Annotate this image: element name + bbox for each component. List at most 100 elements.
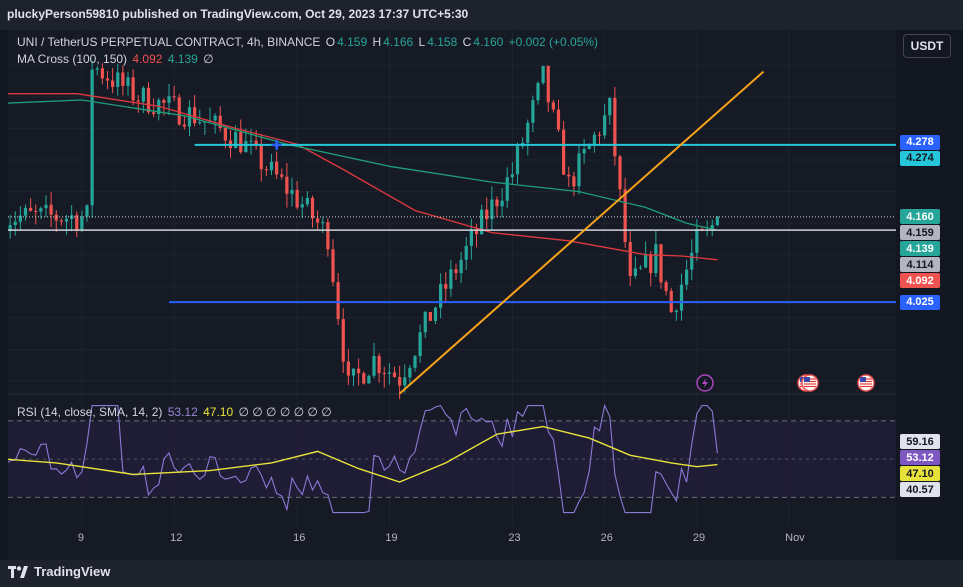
candle-body [444, 284, 448, 289]
rsi-label[interactable]: RSI (14, close, SMA, 14, 2) [17, 405, 162, 419]
candle-body [198, 122, 202, 124]
candle-body [674, 310, 678, 313]
rsi-badge: 59.16 [900, 434, 940, 450]
candle-body [572, 176, 576, 187]
candle-body [44, 204, 48, 209]
candle-body [464, 245, 468, 260]
candle-body [105, 78, 110, 81]
candle-body [715, 216, 719, 226]
trend-line [398, 70, 765, 395]
candle-body [182, 124, 186, 127]
candle-body [167, 96, 171, 103]
footer-bar: TradingView [0, 560, 963, 587]
time-tick-label: 19 [385, 532, 397, 544]
candle-body [54, 214, 58, 221]
candle-body [500, 200, 504, 207]
candle-body [562, 129, 566, 175]
candle-body [439, 284, 443, 308]
flag-canton [804, 377, 810, 382]
candle-body [49, 204, 53, 215]
candle-body [39, 208, 43, 212]
candle-body [459, 259, 463, 274]
rsi-badge: 40.57 [900, 482, 940, 498]
price-badge: 4.274 [900, 150, 940, 166]
candle-body [526, 122, 530, 143]
candle-body [690, 252, 694, 270]
candle-body [136, 100, 140, 102]
ma-label[interactable]: MA Cross (100, 150) [17, 52, 127, 66]
candle-body [111, 80, 115, 87]
ma-fast-line [5, 93, 718, 261]
candle-body [695, 228, 699, 253]
candle-body [618, 156, 622, 190]
candle-body [223, 127, 227, 141]
rsi-value: 53.12 [167, 405, 198, 419]
candle-body [603, 115, 607, 136]
candle-body [654, 244, 658, 274]
candle-body [398, 377, 402, 386]
price-badge: 4.025 [900, 294, 940, 310]
high-value: 4.166 [383, 35, 414, 49]
crosshair-marker-icon [271, 139, 282, 150]
candle-body [141, 87, 145, 102]
candle-body [152, 112, 156, 115]
candle-body [567, 174, 571, 177]
candle-body [577, 153, 581, 187]
flag-canton [860, 377, 866, 382]
candle-body [608, 97, 612, 116]
candle-body [85, 205, 89, 217]
currency-button[interactable]: USDT [903, 34, 951, 58]
candle-body [310, 197, 315, 219]
candle-body [295, 189, 299, 208]
footer-brand: TradingView [34, 564, 111, 579]
candle-body [413, 356, 417, 368]
candle-body [249, 140, 253, 142]
candle-body [377, 355, 381, 374]
rsi-legend: RSI (14, close, SMA, 14, 2) 53.12 47.10 … [17, 405, 334, 419]
time-tick-label: Nov [785, 532, 805, 544]
symbol-label[interactable]: UNI / TetherUS PERPETUAL CONTRACT, 4h, B… [17, 35, 320, 49]
candle-body [685, 269, 689, 285]
price-badge: 4.114 [900, 257, 940, 273]
chart-svg[interactable]: 4.4004.3504.3004.2504.2004.1504.1004.050… [3, 30, 933, 560]
candle-body [275, 161, 279, 175]
candle-body [336, 282, 340, 320]
open-label: O [325, 35, 336, 49]
candle-body [633, 268, 637, 276]
candle-body [34, 210, 38, 212]
candle-body [638, 267, 643, 269]
candle-body [326, 222, 330, 250]
candle-body [387, 372, 391, 374]
candle-body [362, 373, 366, 384]
price-legend: UNI / TetherUS PERPETUAL CONTRACT, 4h, B… [17, 35, 600, 49]
chart-area[interactable]: 4.4004.3504.3004.2504.2004.1504.1004.050… [3, 30, 933, 560]
candle-body [531, 100, 535, 123]
candle-body [331, 249, 335, 283]
candle-body [126, 77, 130, 86]
time-tick-label: 29 [693, 532, 705, 544]
change-value: +0.002 (+0.05%) [508, 35, 599, 49]
tradingview-logo[interactable]: TradingView [8, 564, 110, 579]
publisher-bar: pluckyPerson59810 published on TradingVi… [0, 0, 963, 30]
candle-body [623, 189, 627, 243]
candle-body [116, 72, 120, 87]
candle-body [259, 143, 263, 170]
candle-body [597, 134, 602, 136]
candle-body [64, 218, 69, 222]
candle-body [469, 230, 473, 246]
time-tick-label: 23 [508, 532, 520, 544]
candle-body [290, 189, 294, 194]
price-badge: 4.139 [900, 241, 940, 257]
candle-body [659, 244, 663, 283]
candle-body [193, 107, 197, 124]
price-badge: 4.159 [900, 225, 940, 241]
candle-body [664, 282, 668, 291]
candle-body [403, 377, 407, 386]
candle-body [418, 332, 422, 357]
candle-body [341, 319, 345, 362]
candle-body [505, 177, 509, 201]
candle-body [285, 176, 289, 194]
candle-body [172, 96, 176, 98]
rsi-badge: 47.10 [900, 466, 940, 482]
candle-body [80, 216, 84, 230]
